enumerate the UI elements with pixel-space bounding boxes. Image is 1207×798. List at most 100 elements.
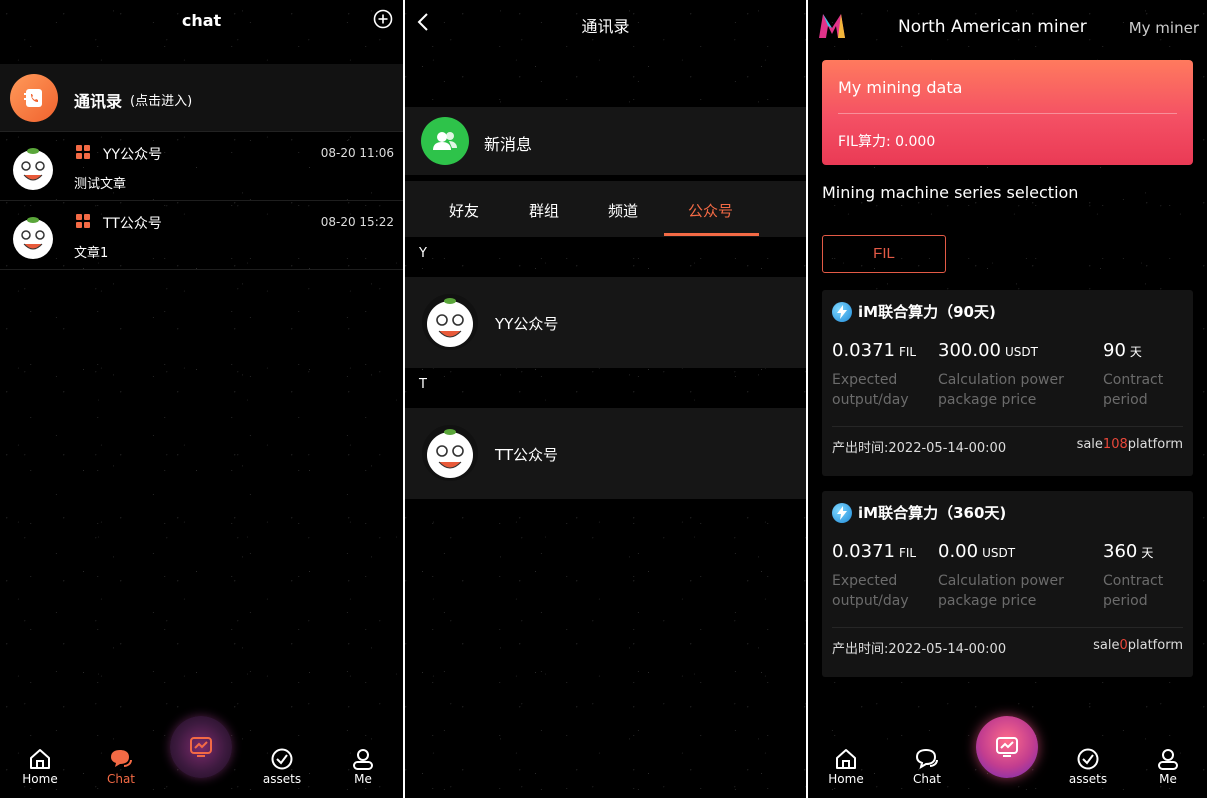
list-item[interactable]: YY公众号 [405,277,806,368]
phonebook-icon [10,74,58,122]
output-value: 0.0371 FIL [832,340,917,361]
product-card[interactable]: iM联合算力（90天) 0.0371 FIL 300.00 USDT 90 天 Exp… [822,290,1193,476]
message-sender: YY公众号 [103,147,163,163]
index-letter: T [419,377,427,392]
tab-channels[interactable]: 频道 [608,200,638,221]
nav-assets-label: assets [262,772,302,786]
avatar [13,217,53,259]
contacts-screen: 通讯录 新消息 好友 群组 频道 公众号 Y YY公众号 T TT公众号 [405,0,806,798]
home-icon [836,749,856,769]
divider [832,426,1183,427]
nav-home-label: Home [828,772,864,786]
mining-card-title: My mining data [838,78,963,97]
period-label: Contract period [1103,372,1164,408]
output-label: Expected output/day [832,573,909,609]
list-item[interactable]: YY公众号 08-20 11:06 测试文章 [0,133,403,201]
friends-icon [421,117,469,165]
bottom-nav: Home Chat assets Me [0,716,403,798]
sale-count: sale0platform [1093,638,1183,653]
output-date: 产出时间:2022-05-14-00:00 [832,642,1007,657]
contacts-header: 通讯录 [405,0,806,46]
bottom-nav: Home Chat assets Me [808,716,1207,798]
nav-home[interactable]: Home [10,748,70,786]
nav-chat[interactable]: Chat [897,748,957,786]
nav-me-label: Me [1159,772,1177,786]
lightning-icon [832,302,852,322]
message-time: 08-20 15:22 [320,215,394,229]
nav-chat-label: Chat [912,772,942,786]
home-icon [30,749,50,769]
divider [832,627,1183,628]
list-item[interactable]: TT公众号 08-20 15:22 文章1 [0,202,403,270]
page-title: chat [181,11,222,30]
message-time: 08-20 11:06 [320,146,394,160]
official-account-icon [76,145,90,159]
output-label: Expected output/day [832,372,909,408]
avatar [13,148,53,190]
new-messages-label: 新消息 [484,135,533,154]
nav-center-button[interactable] [170,716,232,778]
user-icon [353,749,373,770]
lightning-icon [832,503,852,523]
user-icon [1158,749,1178,770]
nav-me[interactable]: Me [1138,748,1198,786]
chat-screen: chat 通讯录 (点击进入) YY公众号 08-20 11:06 测试文章 T… [0,0,403,798]
nav-assets-label: assets [1068,772,1108,786]
nav-home-label: Home [22,772,58,786]
tab-official-accounts[interactable]: 公众号 [688,200,733,221]
contacts-entry[interactable]: 通讯录 (点击进入) [0,64,403,132]
message-preview: 测试文章 [74,177,127,192]
nav-me-label: Me [354,772,372,786]
message-sender: TT公众号 [103,216,162,232]
price-label: Calculation power package price [938,573,1064,609]
product-name: iM联合算力（90天) [858,303,996,321]
contact-tabs: 好友 群组 频道 公众号 [405,181,806,237]
chart-screen-icon [996,737,1018,757]
product-card[interactable]: iM联合算力（360天) 0.0371 FIL 0.00 USDT 360 天 Exp… [822,491,1193,677]
index-letter: Y [419,246,427,261]
nav-assets[interactable]: assets [1058,748,1118,786]
fil-filter-button[interactable]: FIL [822,235,946,273]
period-value: 90 天 [1103,340,1142,361]
nav-chat[interactable]: Chat [91,748,151,786]
message-preview: 文章1 [74,246,109,261]
my-miner-link[interactable]: My miner [1129,19,1199,37]
nav-center-button[interactable] [976,716,1038,778]
list-item[interactable]: TT公众号 [405,408,806,499]
contacts-hint: (点击进入) [130,94,193,109]
chart-screen-icon [190,737,212,757]
section-title: Mining machine series selection [822,183,1079,202]
fil-hashrate: FIL算力: 0.000 [838,134,936,150]
active-tab-indicator [664,233,759,236]
price-label: Calculation power package price [938,372,1064,408]
app-logo-icon [819,14,845,38]
divider [838,113,1177,114]
contacts-label: 通讯录 [74,92,123,111]
chat-header: chat [0,0,403,42]
avatar [422,425,478,481]
new-messages-entry[interactable]: 新消息 [405,107,806,175]
output-value: 0.0371 FIL [832,541,917,562]
avatar [422,294,478,350]
mining-data-card[interactable]: My mining data FIL算力: 0.000 [822,60,1193,165]
check-circle-icon [1077,748,1099,770]
period-label: Contract period [1103,573,1164,609]
miner-screen: North American miner My miner My mining … [808,0,1207,798]
price-value: 300.00 USDT [938,340,1038,361]
tab-groups[interactable]: 群组 [529,200,559,221]
account-name: YY公众号 [495,315,559,333]
nav-home[interactable]: Home [816,748,876,786]
product-name: iM联合算力（360天) [858,504,1007,522]
page-title: North American miner [898,17,1087,37]
account-name: TT公众号 [495,446,559,464]
back-arrow-icon[interactable] [417,12,429,32]
chat-bubble-icon [111,750,132,767]
sale-count: sale108platform [1076,437,1183,452]
add-circle-icon[interactable] [373,9,393,29]
nav-assets[interactable]: assets [252,748,312,786]
period-value: 360 天 [1103,541,1154,562]
output-date: 产出时间:2022-05-14-00:00 [832,441,1007,456]
tab-friends[interactable]: 好友 [449,200,479,221]
page-title: 通讯录 [581,17,630,36]
nav-me[interactable]: Me [333,748,393,786]
